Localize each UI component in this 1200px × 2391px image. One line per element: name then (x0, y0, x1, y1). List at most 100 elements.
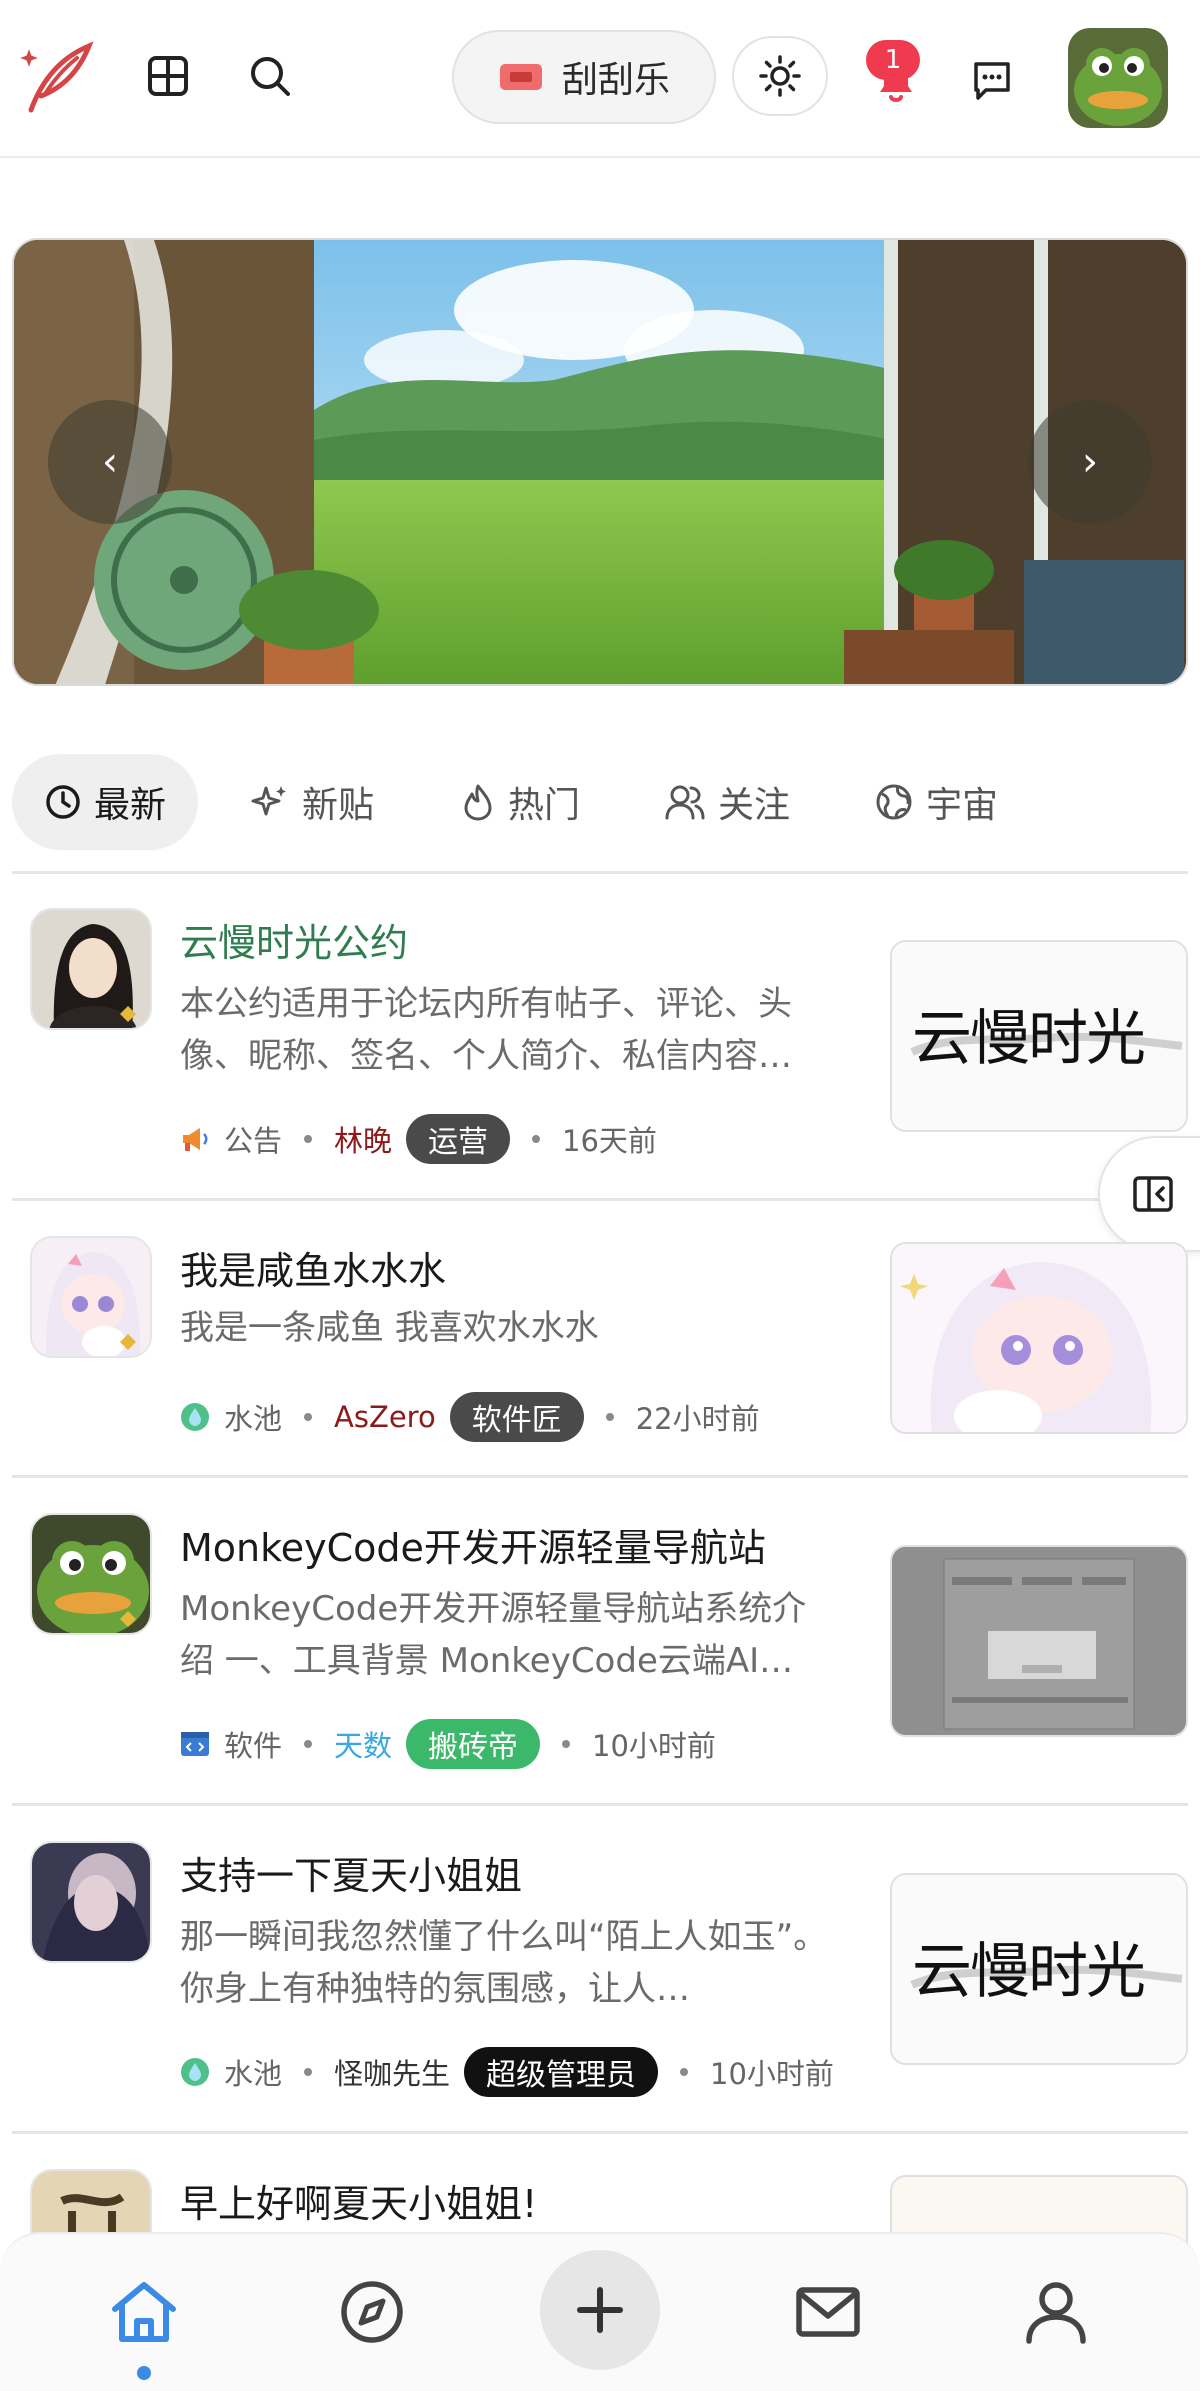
post-title[interactable]: 我是咸鱼水水水 (180, 1240, 446, 1295)
role-badge: 搬砖帝 (406, 1719, 541, 1769)
post-divider (12, 1475, 1188, 1478)
hero-banner-carousel[interactable] (12, 238, 1188, 686)
banner-image (14, 240, 1186, 684)
chevron-right-icon: › (1082, 439, 1098, 485)
post-item[interactable]: MonkeyCode开发开源轻量导航站 MonkeyCode开发开源轻量导航站系… (12, 1505, 1188, 1805)
mail-icon (796, 2287, 860, 2337)
top-header: 刮刮乐 1 (0, 0, 1200, 158)
post-item[interactable]: 支持一下夏天小姐姐 那一瞬间我忽然懂了什么叫“陌上人如玉”。你身上有种独特的氛围… (12, 1833, 1188, 2133)
tab-new-posts-label: 新贴 (302, 785, 375, 826)
post-time: 16天前 (562, 1124, 657, 1158)
tab-following[interactable]: 关注 (664, 754, 790, 850)
role-badge: 软件匠 (449, 1392, 584, 1442)
post-category[interactable]: 公告 (224, 1118, 282, 1160)
chat-message-icon[interactable] (952, 44, 1032, 116)
sparkle-icon (251, 786, 286, 816)
post-excerpt: 那一瞬间我忽然懂了什么叫“陌上人如玉”。你身上有种独特的氛围感，让人… (180, 1917, 828, 2009)
post-meta: 水池 AsZero 软件匠 22小时前 (180, 1392, 760, 1442)
post-divider (12, 1198, 1188, 1201)
post-time: 10小时前 (592, 1729, 716, 1763)
tabs-divider (12, 871, 1188, 874)
post-divider (12, 1803, 1188, 1806)
carousel-next-button[interactable]: › (1028, 400, 1152, 524)
post-excerpt: MonkeyCode开发开源轻量导航站系统介绍 一、工具背景 MonkeyCod… (180, 1589, 807, 1681)
post-meta: 软件 天数 搬砖帝 10小时前 (180, 1719, 716, 1769)
feed-tabs: 最新 新贴 热门 关注 宇宙 (12, 754, 1188, 874)
scratch-card-label: 刮刮乐 (561, 60, 670, 101)
post-meta: 公告 林晚 运营 16天前 (180, 1114, 657, 1164)
water-icon (181, 1403, 209, 1431)
post-thumbnail[interactable] (890, 1242, 1188, 1434)
role-badge: 超级管理员 (464, 2047, 659, 2097)
author-avatar[interactable] (30, 1236, 152, 1358)
tab-hot-label: 热门 (508, 785, 581, 826)
megaphone-icon (183, 1128, 208, 1151)
author-avatar[interactable] (30, 1513, 152, 1635)
post-time: 22小时前 (635, 1402, 760, 1436)
meta-separator (680, 2068, 689, 2076)
post-title[interactable]: 支持一下夏天小姐姐 (180, 1845, 522, 1900)
post-title[interactable]: 早上好啊夏天小姐姐! (180, 2173, 537, 2228)
nav-messages[interactable] (778, 2262, 878, 2362)
flame-icon (464, 784, 492, 821)
nav-active-indicator (137, 2366, 151, 2380)
tab-universe-label: 宇宙 (926, 785, 999, 826)
post-item[interactable]: 我是咸鱼水水水 我是一条咸鱼 我喜欢水水水 水池 AsZero 软件匠 22小时… (12, 1228, 1188, 1478)
theme-toggle-button[interactable] (732, 36, 828, 116)
thumbnail-calligraphy: 云慢时光 (912, 1004, 1146, 1074)
grid-menu-icon[interactable] (136, 44, 200, 108)
post-thumbnail[interactable]: 云慢时光 (890, 940, 1188, 1132)
tab-universe[interactable]: 宇宙 (874, 754, 998, 850)
nav-create-post-button[interactable] (540, 2250, 660, 2370)
nav-explore[interactable] (322, 2262, 422, 2362)
post-author[interactable]: AsZero (334, 1400, 436, 1434)
meta-separator (304, 2068, 313, 2076)
tab-hot[interactable]: 热门 (460, 754, 580, 850)
post-excerpt: 我是一条咸鱼 我喜欢水水水 (180, 1308, 599, 1348)
post-author[interactable]: 怪咖先生 (334, 2051, 450, 2093)
tab-latest[interactable]: 最新 (12, 754, 199, 850)
panel-collapse-icon (1133, 1176, 1173, 1212)
post-excerpt: 本公约适用于论坛内所有帖子、评论、头像、昵称、签名、个人简介、私信内容… (180, 984, 792, 1076)
meta-separator (304, 1135, 313, 1143)
meta-separator (532, 1135, 541, 1143)
post-time: 10小时前 (710, 2057, 834, 2091)
tab-following-label: 关注 (718, 785, 791, 826)
tab-new-posts[interactable]: 新贴 (250, 754, 374, 850)
ticket-icon (499, 64, 542, 90)
post-author[interactable]: 林晚 (334, 1118, 392, 1160)
user-icon (1026, 2282, 1086, 2344)
post-category[interactable]: 软件 (224, 1723, 282, 1765)
meta-separator (562, 1740, 571, 1748)
plus-icon (577, 2287, 623, 2333)
author-avatar[interactable] (30, 1841, 152, 1963)
site-logo-icon[interactable] (14, 36, 96, 120)
post-thumbnail[interactable]: 云慢时光 (890, 1873, 1188, 2065)
user-avatar[interactable] (1068, 28, 1168, 128)
clock-icon (46, 785, 80, 819)
compass-icon (341, 2281, 403, 2343)
post-meta: 水池 怪咖先生 超级管理员 10小时前 (180, 2047, 834, 2097)
code-icon (181, 1732, 209, 1756)
post-item[interactable]: 云慢时光公约 本公约适用于论坛内所有帖子、评论、头像、昵称、签名、个人简介、私信… (12, 900, 1188, 1200)
globe-icon (876, 784, 912, 820)
water-icon (181, 2058, 209, 2086)
bottom-navigation (0, 2232, 1200, 2391)
search-icon[interactable] (238, 44, 302, 108)
nav-home[interactable] (94, 2262, 194, 2362)
post-title[interactable]: MonkeyCode开发开源轻量导航站 (180, 1517, 766, 1572)
sun-icon (759, 55, 801, 97)
post-category[interactable]: 水池 (224, 2051, 282, 2093)
users-icon (665, 785, 705, 820)
post-category[interactable]: 水池 (224, 1396, 282, 1438)
post-thumbnail[interactable] (890, 1545, 1188, 1737)
post-title[interactable]: 云慢时光公约 (180, 912, 408, 967)
chevron-left-icon: ‹ (102, 439, 118, 485)
author-avatar[interactable] (30, 908, 152, 1030)
nav-profile[interactable] (1006, 2262, 1106, 2362)
post-author[interactable]: 天数 (334, 1723, 392, 1765)
role-badge: 运营 (406, 1114, 511, 1164)
carousel-prev-button[interactable]: ‹ (48, 400, 172, 524)
post-item[interactable]: 早上好啊夏天小姐姐! (12, 2161, 1188, 2367)
scratch-card-button[interactable]: 刮刮乐 (452, 30, 716, 124)
